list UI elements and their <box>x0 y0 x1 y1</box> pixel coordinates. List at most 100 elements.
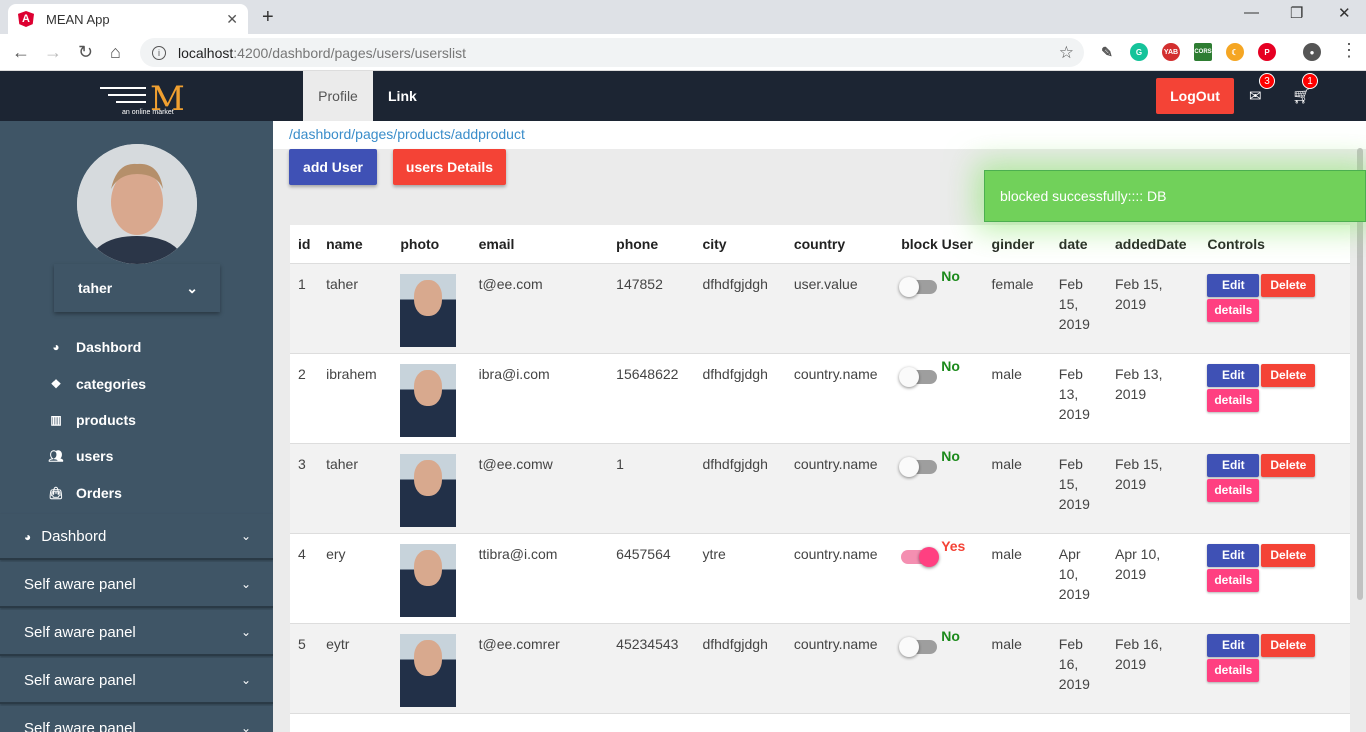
details-button[interactable]: details <box>1207 478 1260 502</box>
chevron-down-icon: ⌄ <box>240 673 251 687</box>
details-button[interactable]: details <box>1207 658 1260 682</box>
cell-email: t@ee.com <box>470 263 609 354</box>
block-toggle[interactable] <box>899 276 938 297</box>
column-header: block User <box>893 225 984 264</box>
cell-gender: female <box>983 263 1051 354</box>
edit-button[interactable]: Edit <box>1207 633 1260 657</box>
close-window-icon[interactable]: ✕ <box>1338 4 1351 22</box>
cell-added-date: Apr 10, 2019 <box>1106 533 1200 624</box>
edit-button[interactable]: Edit <box>1207 273 1260 297</box>
cell-email: ttibra@i.com <box>470 533 609 624</box>
user-photo <box>400 453 457 527</box>
sidebar-item-label: users <box>76 448 114 464</box>
edit-button[interactable]: Edit <box>1207 453 1260 477</box>
cell-country: user.value <box>785 263 894 354</box>
panel-self-aware-3[interactable]: Self aware panel ⌄ <box>0 658 273 704</box>
home-icon[interactable]: ⌂ <box>110 42 121 63</box>
column-header: email <box>470 225 609 264</box>
new-tab-icon[interactable]: + <box>262 6 274 29</box>
panel-dashbord[interactable]: ◕ Dashbord ⌄ <box>0 514 273 560</box>
mail-badge: 3 <box>1259 73 1275 89</box>
profile-avatar-icon[interactable]: ● <box>1303 43 1321 61</box>
mail-icon[interactable]: ✉ <box>1249 87 1262 105</box>
delete-button[interactable]: Delete <box>1261 363 1316 387</box>
table-row: 4 ery ttibra@i.com 6457564 ytre country.name Y… <box>290 533 1350 624</box>
cors-icon[interactable]: CORS <box>1194 43 1212 61</box>
restore-icon[interactable]: ❐ <box>1290 4 1303 22</box>
sidebar-item-orders[interactable]: 👜︎ Orders <box>48 485 122 501</box>
browser-tab[interactable]: A MEAN App ✕ <box>8 4 248 34</box>
sidebar-item-products[interactable]: ▥ products <box>48 412 136 428</box>
grammarly-icon[interactable]: G <box>1130 43 1148 61</box>
details-button[interactable]: details <box>1207 568 1260 592</box>
user-dropdown[interactable]: taher ⌄ <box>54 264 220 312</box>
users-details-button[interactable]: users Details <box>393 149 506 185</box>
block-toggle[interactable] <box>901 546 940 567</box>
cart-icon[interactable]: 🛒︎ <box>1292 87 1311 105</box>
cell-name: taher <box>318 443 393 534</box>
block-toggle[interactable] <box>899 456 938 477</box>
sidebar-item-dashbord[interactable]: ◕ Dashbord <box>48 339 141 355</box>
logout-button[interactable]: LogOut <box>1156 78 1234 114</box>
barcode-icon: ▥ <box>50 413 62 427</box>
panel-title: ◕ Dashbord <box>24 527 107 545</box>
table-row: 5 eytr t@ee.comrer 45234543 dfhdfgjdgh countr… <box>290 623 1350 714</box>
cell-block: No <box>893 353 984 444</box>
close-tab-icon[interactable]: ✕ <box>226 11 238 28</box>
toast-notification: blocked successfully:::: DB <box>984 170 1366 222</box>
sidebar-item-users[interactable]: 👥︎ users <box>48 448 113 464</box>
cell-photo <box>392 263 471 354</box>
angular-favicon-icon: A <box>18 11 34 27</box>
block-status: No <box>941 357 960 374</box>
add-user-button[interactable]: add User <box>289 149 377 185</box>
back-icon[interactable]: ← <box>12 42 30 63</box>
panel-title: Self aware panel <box>24 623 136 641</box>
details-button[interactable]: details <box>1207 298 1260 322</box>
panel-self-aware-1[interactable]: Self aware panel ⌄ <box>0 562 273 608</box>
edit-button[interactable]: Edit <box>1207 363 1260 387</box>
delete-button[interactable]: Delete <box>1261 273 1316 297</box>
eyedropper-icon[interactable]: ✎ <box>1098 43 1116 61</box>
bookmark-star-icon[interactable]: ☆ <box>1059 43 1074 63</box>
moon-icon[interactable]: ☾ <box>1226 43 1244 61</box>
minimize-icon[interactable]: — <box>1244 4 1259 21</box>
cell-date: Feb 13, 2019 <box>1050 353 1107 444</box>
forward-icon[interactable]: → <box>44 42 62 63</box>
delete-button[interactable]: Delete <box>1261 453 1316 477</box>
breadcrumb[interactable]: /dashbord/pages/products/addproduct <box>273 121 1366 149</box>
nav-tab-profile[interactable]: Profile <box>303 71 373 121</box>
pinterest-icon[interactable]: P <box>1258 43 1276 61</box>
panel-self-aware-2[interactable]: Self aware panel ⌄ <box>0 610 273 656</box>
cell-date: Apr 10, 2019 <box>1050 533 1107 624</box>
delete-button[interactable]: Delete <box>1261 543 1316 567</box>
sidebar-username: taher <box>78 280 113 296</box>
address-bar[interactable]: i localhost:4200/dashbord/pages/users/us… <box>140 38 1084 67</box>
block-toggle[interactable] <box>899 366 938 387</box>
reload-icon[interactable]: ↻ <box>78 42 93 63</box>
panel-title: Self aware panel <box>24 719 136 732</box>
cell-name: eytr <box>318 623 393 714</box>
details-button[interactable]: details <box>1207 388 1260 412</box>
cell-controls: Edit Delete details <box>1199 263 1350 354</box>
tab-title: MEAN App <box>46 11 110 27</box>
dashboard-icon: ◕ <box>52 340 60 354</box>
panel-self-aware-4[interactable]: Self aware panel ⌄ <box>0 706 273 732</box>
cell-gender: male <box>983 533 1051 624</box>
table-header-row: id name photo email phone city country block Us… <box>290 225 1350 264</box>
cell-country: country.name <box>785 623 894 714</box>
block-toggle[interactable] <box>899 636 938 657</box>
sidebar-item-label: Dashbord <box>76 339 142 355</box>
column-header: country <box>785 225 894 264</box>
chrome-menu-icon[interactable]: ⋮ <box>1340 40 1358 61</box>
delete-button[interactable]: Delete <box>1261 633 1316 657</box>
cell-id: 4 <box>290 533 319 624</box>
cell-photo <box>392 533 471 624</box>
yab-icon[interactable]: YAB <box>1162 43 1180 61</box>
edit-button[interactable]: Edit <box>1207 543 1260 567</box>
nav-tab-link[interactable]: Link <box>388 71 417 121</box>
sidebar-item-categories[interactable]: ❖ categories <box>48 376 146 392</box>
site-info-icon[interactable]: i <box>152 45 166 60</box>
cell-photo <box>392 353 471 444</box>
app-logo[interactable]: M an online market <box>100 79 185 119</box>
column-header: phone <box>608 225 695 264</box>
